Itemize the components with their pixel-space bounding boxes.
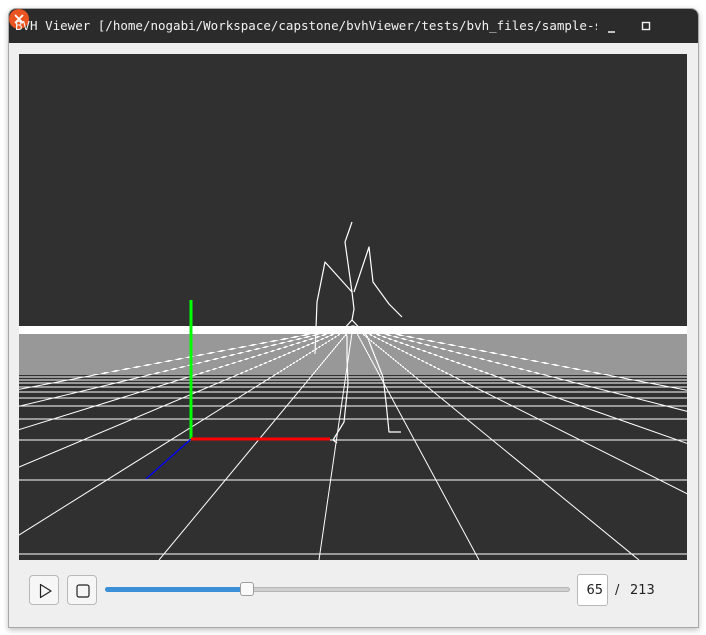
maximize-icon[interactable]	[638, 17, 658, 37]
grid-line-radial	[352, 325, 687, 495]
grid-line-radial	[352, 325, 640, 560]
floor-grid	[19, 325, 687, 560]
slider-fill	[105, 587, 247, 592]
play-button[interactable]	[29, 575, 59, 605]
frame-slider[interactable]	[105, 581, 570, 599]
stop-icon	[76, 584, 90, 598]
grid-line-radial	[352, 325, 687, 444]
play-icon	[39, 583, 52, 599]
grid-line-radial	[352, 325, 480, 560]
stop-button[interactable]	[67, 575, 97, 605]
window-title: BVH Viewer [/home/nogabi/Workspace/capst…	[15, 18, 597, 33]
z-axis	[145, 438, 192, 480]
grid-line-radial	[352, 325, 687, 391]
minimize-icon[interactable]	[603, 17, 623, 37]
slider-handle[interactable]	[239, 582, 254, 596]
3d-viewport[interactable]	[19, 54, 687, 560]
total-frames: 213	[630, 583, 655, 598]
grid-line-radial	[352, 325, 687, 412]
current-frame-input[interactable]	[577, 574, 608, 606]
frame-separator: /	[615, 583, 620, 598]
playback-controls: / 213	[9, 567, 698, 627]
title-bar[interactable]: BVH Viewer [/home/nogabi/Workspace/capst…	[9, 9, 698, 43]
skeleton-spine	[344, 221, 355, 321]
grid-horizon-band	[19, 326, 687, 334]
scene-canvas	[19, 221, 687, 560]
skeleton-right-arm	[353, 246, 403, 318]
app-window: BVH Viewer [/home/nogabi/Workspace/capst…	[8, 8, 699, 628]
